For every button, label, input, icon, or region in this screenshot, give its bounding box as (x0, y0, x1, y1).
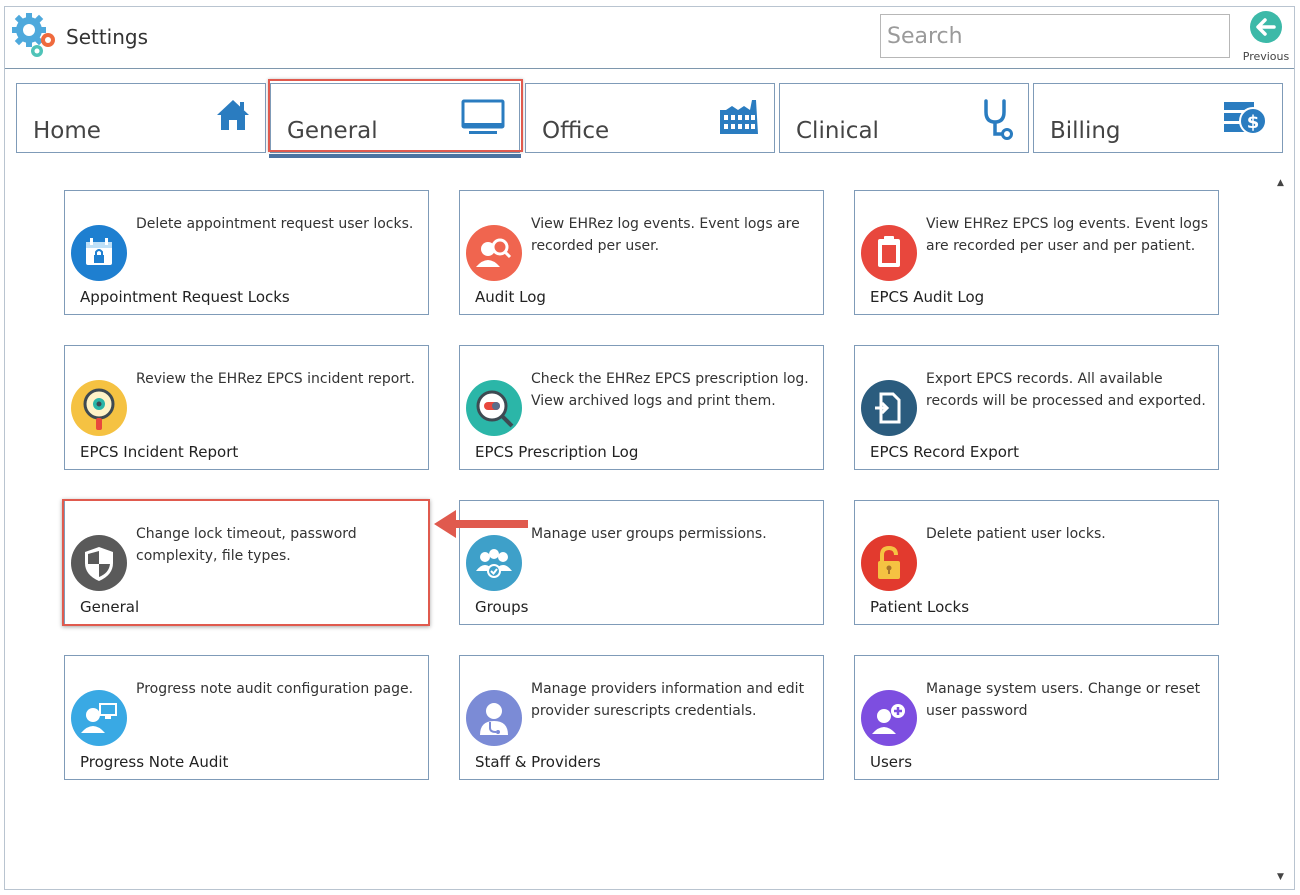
card-title: EPCS Record Export (870, 443, 1019, 461)
tab-label: Billing (1050, 118, 1121, 144)
card-title: Users (870, 753, 913, 771)
card-description: Change lock timeout, password complexity… (136, 526, 357, 564)
doctor-icon (466, 690, 522, 746)
card-staff-providers[interactable]: Manage providers information and edit pr… (459, 655, 824, 780)
card-title: EPCS Audit Log (870, 288, 985, 306)
card-users[interactable]: Manage system users. Change or reset use… (854, 655, 1219, 780)
tab-home[interactable]: Home (16, 83, 266, 153)
shield-icon (71, 535, 127, 591)
magnifier-eye-icon (71, 380, 127, 436)
card-title: Groups (475, 598, 529, 616)
card-description: Manage system users. Change or reset use… (926, 681, 1201, 719)
header-divider (5, 68, 1294, 69)
card-title: General (80, 598, 140, 616)
scroll-up-arrow-icon[interactable]: ▲ (1277, 178, 1284, 188)
user-monitor-icon (71, 690, 127, 746)
card-title: EPCS Prescription Log (475, 443, 639, 461)
card-epcs-prescription-log[interactable]: Check the EHRez EPCS prescription log. V… (459, 345, 824, 470)
card-appointment-request-locks[interactable]: Delete appointment request user locks. A… (64, 190, 429, 315)
scroll-down-arrow-icon[interactable]: ▼ (1277, 872, 1284, 882)
card-progress-note-audit[interactable]: Progress note audit configuration page. … (64, 655, 429, 780)
card-description: Manage providers information and edit pr… (531, 681, 805, 719)
tab-label: General (287, 118, 378, 144)
card-epcs-incident-report[interactable]: Review the EHRez EPCS incident report. E… (64, 345, 429, 470)
clipboard-icon (861, 225, 917, 281)
previous-button[interactable]: Previous (1238, 10, 1294, 66)
card-description: Manage user groups permissions. (531, 526, 767, 542)
file-export-icon (861, 380, 917, 436)
tab-label: Clinical (796, 118, 879, 144)
tab-clinical[interactable]: Clinical (779, 83, 1029, 153)
calendar-lock-icon (71, 225, 127, 281)
factory-icon (718, 98, 760, 140)
card-description: Delete appointment request user locks. (136, 216, 414, 232)
card-title: Audit Log (475, 288, 546, 306)
card-description: Export EPCS records. All available recor… (926, 371, 1206, 409)
card-description: View EHRez log events. Event logs are re… (531, 216, 800, 254)
card-title: EPCS Incident Report (80, 443, 239, 461)
tab-label: Home (33, 118, 101, 144)
home-icon (215, 98, 251, 136)
card-description: Progress note audit configuration page. (136, 681, 414, 697)
card-description: Review the EHRez EPCS incident report. (136, 371, 415, 387)
card-description: Check the EHRez EPCS prescription log. V… (531, 371, 809, 409)
tab-office[interactable]: Office (525, 83, 775, 153)
svg-text:$: $ (1247, 112, 1260, 133)
pill-search-icon (466, 380, 522, 436)
billing-icon: $ (1222, 98, 1268, 142)
card-description: View EHRez EPCS log events. Event logs a… (926, 216, 1209, 254)
padlock-icon (861, 535, 917, 591)
tab-label: Office (542, 118, 610, 144)
settings-gears-icon (10, 10, 60, 64)
selected-tab-indicator (269, 154, 521, 158)
tab-general[interactable]: General (270, 83, 520, 153)
monitor-icon (461, 98, 505, 140)
app-header: Settings (10, 12, 148, 62)
card-description: Delete patient user locks. (926, 526, 1106, 542)
tab-billing[interactable]: Billing $ (1033, 83, 1283, 153)
card-epcs-audit-log[interactable]: View EHRez EPCS log events. Event logs a… (854, 190, 1219, 315)
user-add-icon (861, 690, 917, 746)
card-title: Patient Locks (870, 598, 970, 616)
card-patient-locks[interactable]: Delete patient user locks. Patient Locks (854, 500, 1219, 625)
card-epcs-record-export[interactable]: Export EPCS records. All available recor… (854, 345, 1219, 470)
back-arrow-icon (1249, 11, 1283, 48)
card-general[interactable]: Change lock timeout, password complexity… (64, 500, 429, 625)
search-input[interactable] (880, 14, 1230, 58)
card-title: Appointment Request Locks (80, 288, 290, 306)
callout-arrow-icon (432, 506, 532, 546)
stethoscope-icon (980, 98, 1014, 146)
card-audit-log[interactable]: View EHRez log events. Event logs are re… (459, 190, 824, 315)
card-title: Staff & Providers (475, 753, 601, 771)
user-search-icon (466, 225, 522, 281)
app-title: Settings (66, 25, 149, 49)
previous-label: Previous (1242, 50, 1290, 63)
card-title: Progress Note Audit (80, 753, 229, 771)
